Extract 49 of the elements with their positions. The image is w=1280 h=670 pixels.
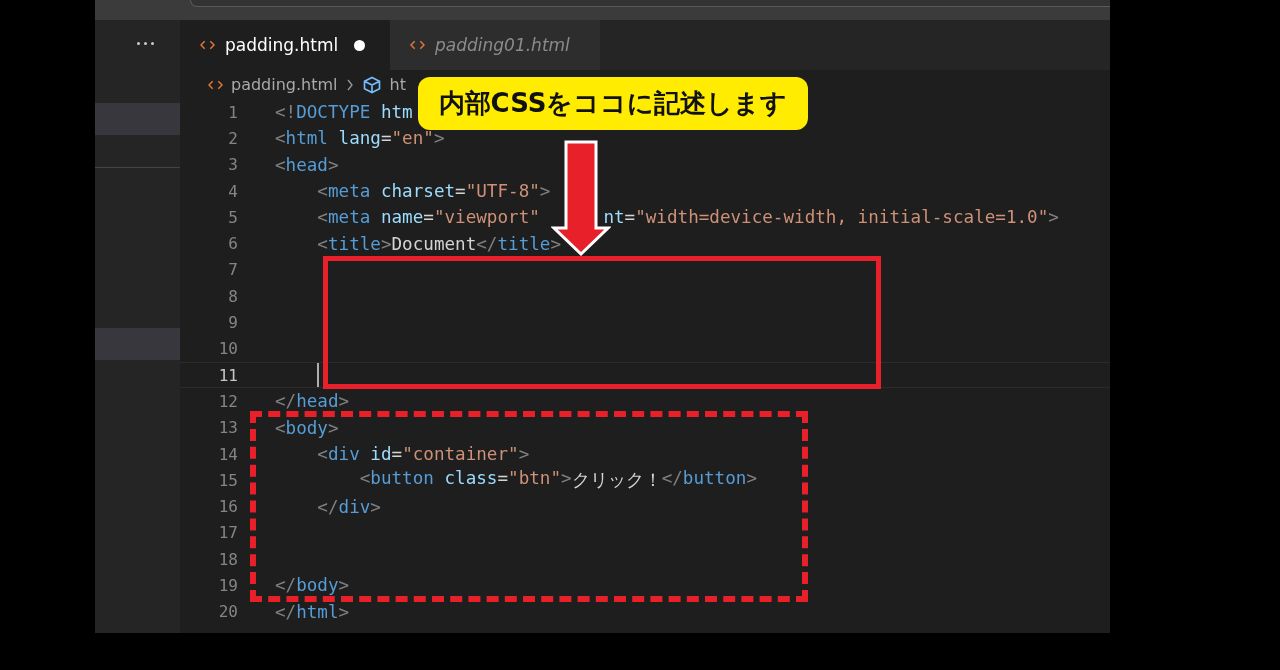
line-number: 2 <box>227 128 238 148</box>
code-line: </div> <box>316 496 381 517</box>
code-line: </head> <box>275 391 350 412</box>
editor-tab[interactable]: padding01.html <box>390 20 600 70</box>
line-number: 12 <box>217 391 238 411</box>
line-number: 18 <box>217 549 238 569</box>
line-number: 13 <box>217 418 238 438</box>
code-line: </body> <box>275 575 350 596</box>
code-line: <meta name="viewport" nt="width=device-width, initial-scale=1.0"> <box>316 207 1059 228</box>
editor-tab[interactable]: padding.html <box>180 20 390 70</box>
code-icon <box>410 39 425 51</box>
code-line: <title>Document</title> <box>316 233 562 254</box>
line-number: 10 <box>217 339 238 359</box>
text-cursor <box>317 363 319 388</box>
code-line: </html> <box>275 601 350 622</box>
chevron-icon <box>345 78 354 91</box>
line-number: 20 <box>217 602 238 622</box>
line-number: 1 <box>227 102 238 122</box>
line-number: 5 <box>227 207 238 227</box>
line-number: 4 <box>227 181 238 201</box>
sidebar-row[interactable] <box>95 103 180 135</box>
line-number: 6 <box>227 234 238 254</box>
code-line: <html lang="en"> <box>275 128 445 149</box>
modified-dot <box>354 39 366 51</box>
code-line: <button class="btn">クリック！</button> <box>358 468 757 493</box>
more-icon[interactable] <box>137 42 154 45</box>
cube-icon <box>361 74 382 95</box>
line-number: 16 <box>217 497 238 517</box>
code-line: <div id="container"> <box>316 444 530 464</box>
code-line: <head> <box>275 154 339 175</box>
code-line: <meta charset="UTF-8"> <box>316 181 551 202</box>
line-number: 8 <box>227 286 238 306</box>
line-number: 14 <box>217 444 238 464</box>
line-number: 11 <box>217 365 238 385</box>
breadcrumb-item[interactable]: padding.html <box>231 75 338 94</box>
sidebar-row[interactable] <box>95 328 180 360</box>
callout-label: 内部CSSをココに記述します <box>418 77 808 130</box>
line-number: 19 <box>217 576 238 595</box>
search-field[interactable] <box>190 0 1110 7</box>
code-line: <!DOCTYPE htm <box>275 102 413 123</box>
breadcrumb-item[interactable]: ht <box>389 75 406 94</box>
line-number: 3 <box>227 155 238 175</box>
line-number: 15 <box>217 470 238 490</box>
line-number: 9 <box>227 313 238 332</box>
code-line: <body> <box>275 417 339 438</box>
code-icon <box>200 39 215 51</box>
line-number: 17 <box>217 523 238 543</box>
code-icon <box>208 78 223 91</box>
line-number: 7 <box>227 260 238 280</box>
